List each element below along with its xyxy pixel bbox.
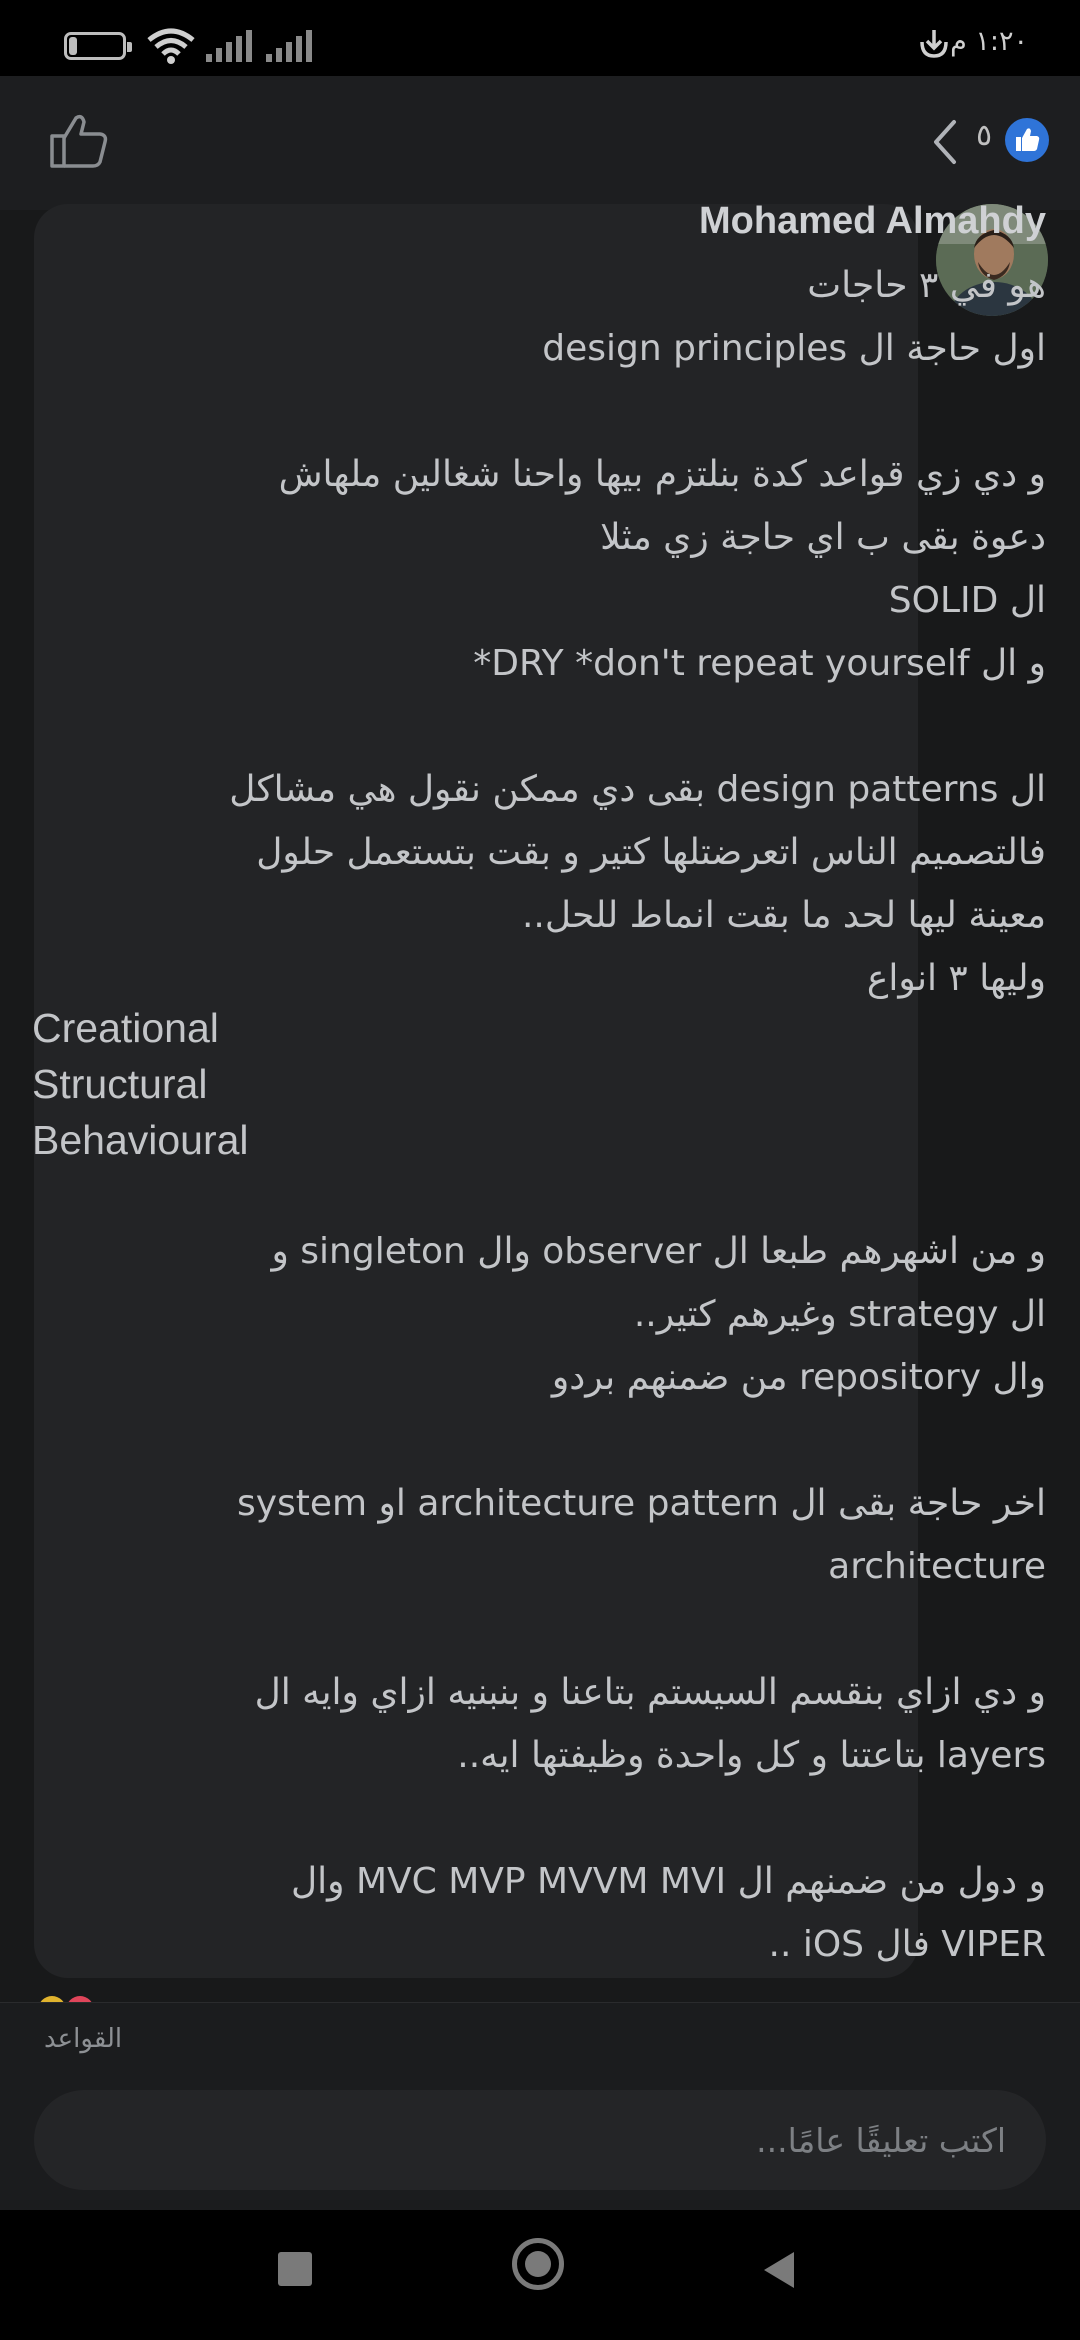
battery-level: 15 — [84, 34, 106, 55]
battery-icon: 15 — [64, 32, 132, 60]
post-header — [0, 76, 1080, 210]
status-bar: 15 ١:٢٠ م — [0, 0, 1080, 76]
rules-link[interactable]: القواعد — [44, 2024, 122, 2054]
status-time: ١:٢٠ م — [950, 26, 1028, 57]
pattern-type: Structural — [32, 1061, 208, 1107]
reaction-count[interactable]: ٥ — [976, 118, 992, 153]
chevron-back-icon[interactable] — [930, 118, 960, 166]
comment-text-part2: و من اشهرهم طبعا ال observer وال singlet… — [236, 1231, 1046, 1965]
comment-input[interactable] — [34, 2090, 1046, 2190]
signal-icon-sim2 — [266, 30, 312, 62]
download-icon — [920, 30, 948, 58]
back-triangle-icon[interactable] — [762, 2250, 796, 2290]
recent-apps-icon[interactable] — [278, 2252, 312, 2286]
wifi-icon — [147, 28, 195, 64]
pattern-type: Creational — [32, 1005, 219, 1051]
pattern-types-list: Creational Structural Behavioural — [32, 1000, 249, 1168]
comment-text-part1: هو في ٣ حاجات اول حاجة ال design princip… — [229, 265, 1046, 999]
home-icon[interactable] — [512, 2238, 564, 2290]
signal-icon-sim1 — [206, 30, 252, 62]
like-reaction-icon[interactable] — [1005, 118, 1049, 162]
like-icon[interactable] — [48, 112, 110, 170]
comment-author[interactable]: Mohamed Almahdy — [699, 200, 1046, 243]
pattern-type: Behavioural — [32, 1117, 249, 1163]
